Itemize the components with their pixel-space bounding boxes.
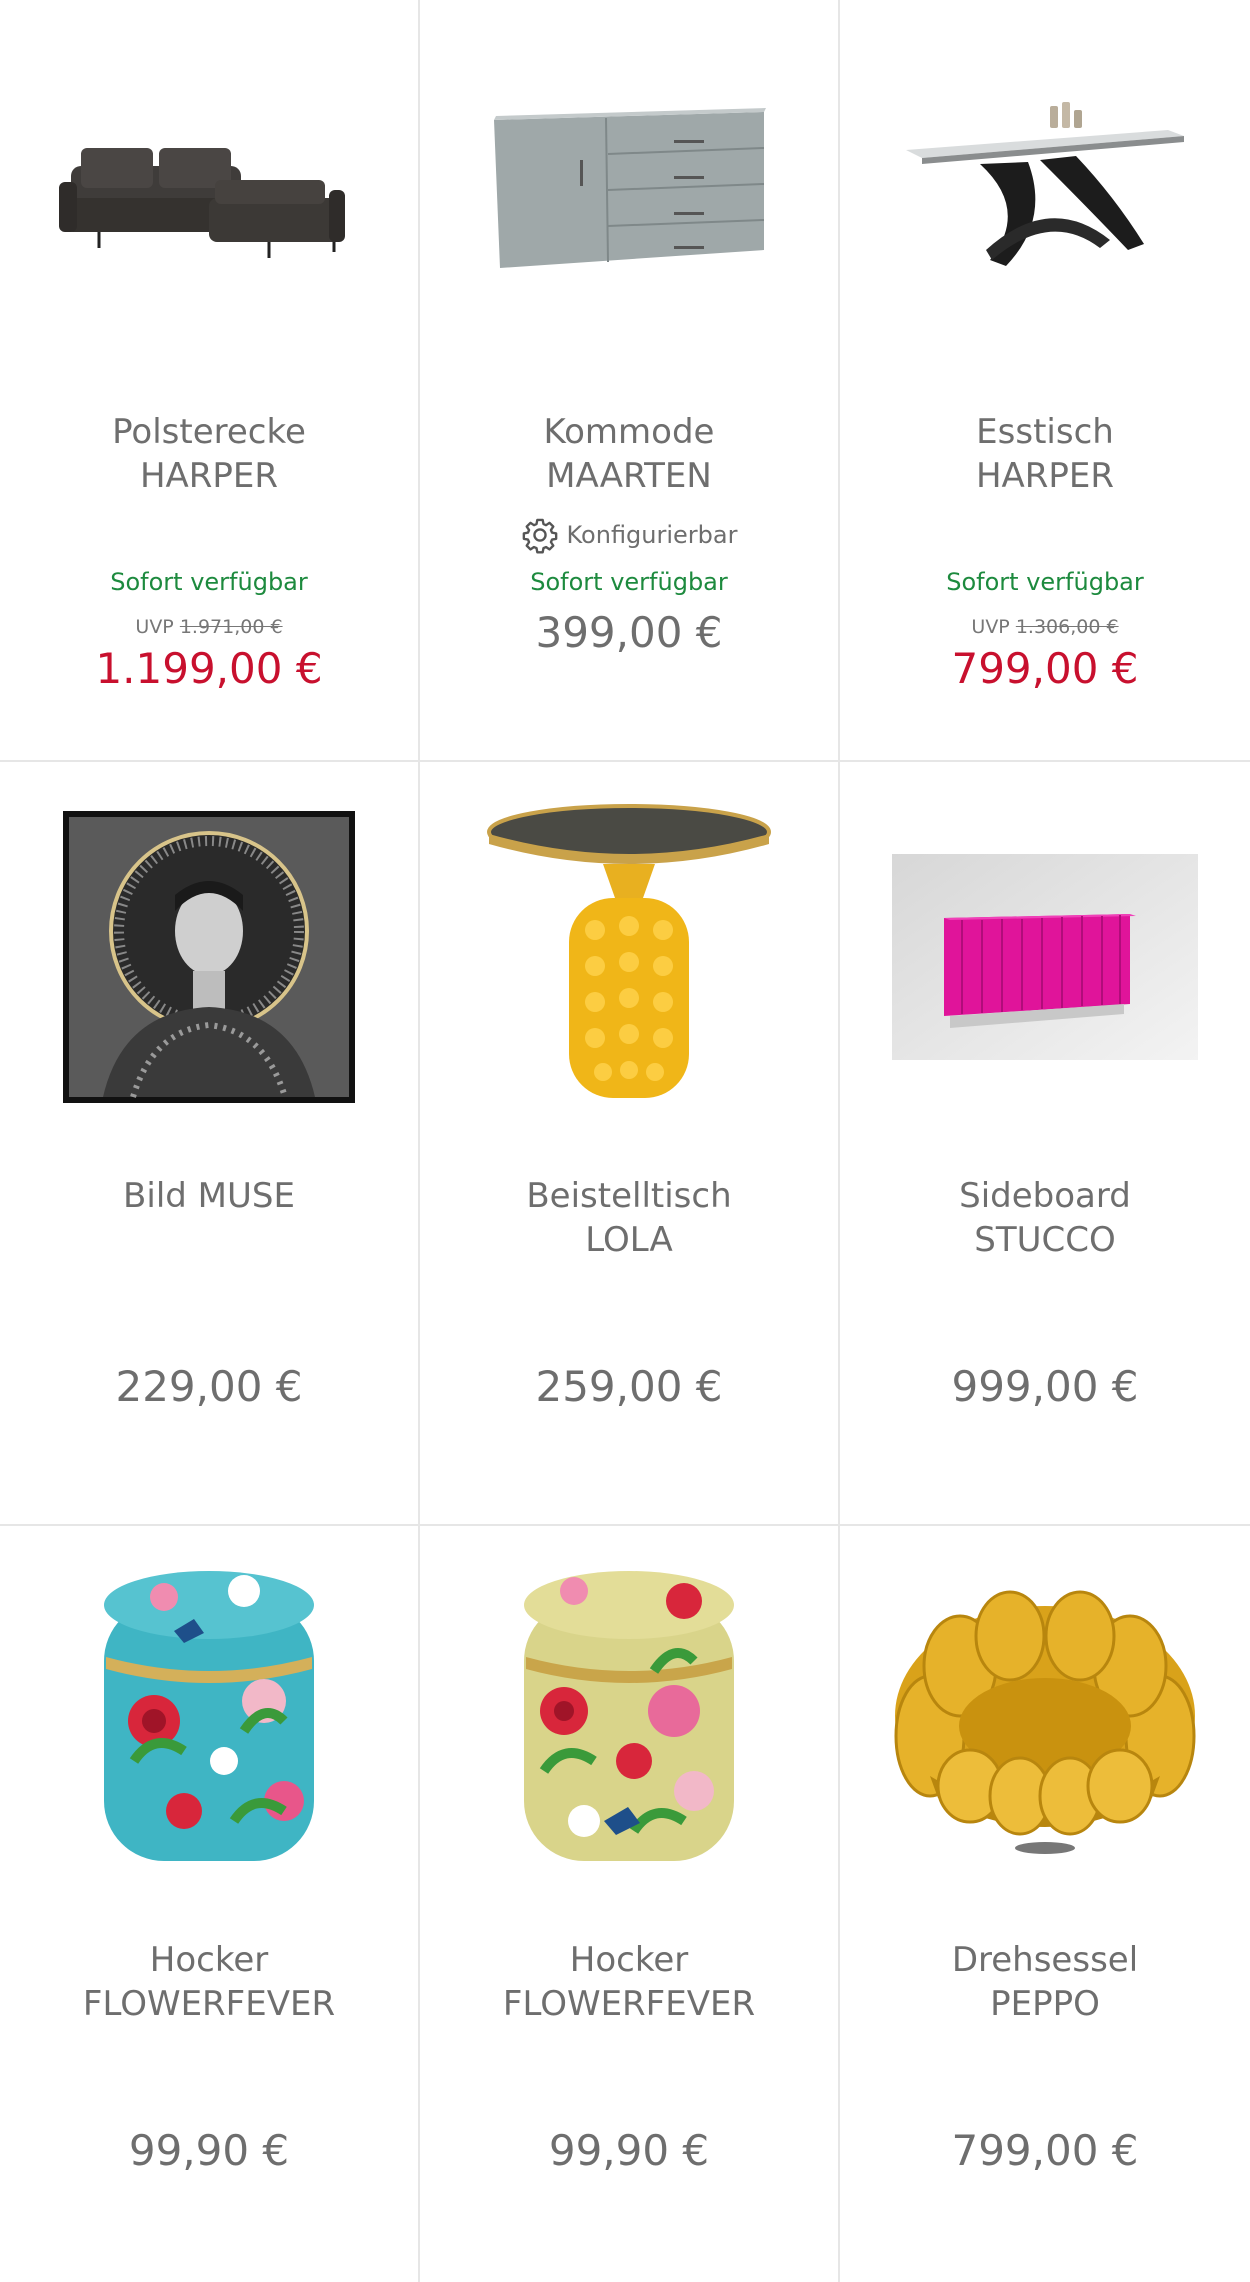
- product-title-line-1: Sideboard: [959, 1176, 1131, 1216]
- availability-label: Sofort verfügbar: [946, 568, 1144, 596]
- product-image[interactable]: [420, 1526, 838, 1916]
- product-title[interactable]: Bild MUSE: [0, 1174, 418, 1218]
- product-title[interactable]: Hocker FLOWERFEVER: [0, 1938, 418, 2026]
- product-title-line-2: PEPPO: [990, 1984, 1100, 2024]
- product-card[interactable]: Hocker FLOWERFEVER 99,90 €: [420, 1526, 838, 2282]
- product-card[interactable]: Hocker FLOWERFEVER 99,90 €: [0, 1526, 418, 2282]
- configurable-label: Konfigurierbar: [566, 521, 738, 549]
- product-price: 99,90 €: [548, 2126, 710, 2175]
- product-card[interactable]: Bild MUSE 229,00 €: [0, 762, 418, 1524]
- stool-yellow-image: [524, 1571, 734, 1861]
- product-title[interactable]: Beistelltisch LOLA: [420, 1174, 838, 1262]
- configurable-badge: Konfigurierbar: [420, 516, 838, 554]
- product-title-line-1: Polsterecke: [112, 412, 306, 452]
- product-title-line-2: MAARTEN: [546, 456, 712, 496]
- product-title-line-1: Kommode: [543, 412, 715, 452]
- dining-table-image: [906, 102, 1184, 266]
- product-image[interactable]: [0, 762, 418, 1152]
- armchair-image: [894, 1590, 1196, 1854]
- product-price: 229,00 €: [115, 1362, 303, 1411]
- product-title-line-2: LOLA: [585, 1220, 673, 1260]
- product-image[interactable]: [840, 1526, 1250, 1916]
- sideboard-image: [892, 854, 1198, 1060]
- product-image[interactable]: [840, 0, 1250, 390]
- gear-icon: [522, 518, 557, 554]
- uvp-label: UVP: [135, 616, 174, 638]
- uvp-value: 1.971,00 €: [179, 616, 283, 638]
- product-card[interactable]: Sideboard STUCCO 999,00 €: [840, 762, 1250, 1524]
- product-price: 399,00 €: [535, 608, 723, 657]
- product-image[interactable]: [420, 0, 838, 390]
- side-table-image: [487, 804, 771, 1098]
- product-title[interactable]: Drehsessel PEPPO: [840, 1938, 1250, 2026]
- availability-label: Sofort verfügbar: [110, 568, 308, 596]
- product-title-line-1: Drehsessel: [951, 1940, 1139, 1980]
- sale-price: 799,00 €: [951, 644, 1139, 693]
- product-title[interactable]: Kommode MAARTEN: [420, 410, 838, 498]
- product-card[interactable]: Polsterecke HARPER Sofort verfügbar UVP …: [0, 0, 418, 760]
- product-price: 259,00 €: [535, 1362, 723, 1411]
- product-title-line-2: STUCCO: [974, 1220, 1116, 1260]
- availability-label: Sofort verfügbar: [530, 568, 728, 596]
- sofa-image: [59, 148, 345, 258]
- product-title[interactable]: Esstisch HARPER: [840, 410, 1250, 498]
- uvp-price: UVP 1.971,00 €: [0, 616, 418, 638]
- product-title[interactable]: Polsterecke HARPER: [0, 410, 418, 498]
- product-price: 999,00 €: [951, 1362, 1139, 1411]
- product-title-line-1: Bild MUSE: [123, 1176, 295, 1216]
- product-title-line-1: Hocker: [569, 1940, 689, 1980]
- uvp-value: 1.306,00 €: [1015, 616, 1119, 638]
- product-title-line-2: FLOWERFEVER: [502, 1984, 756, 2024]
- product-title-line-2: FLOWERFEVER: [82, 1984, 336, 2024]
- product-image[interactable]: [0, 0, 418, 390]
- product-title[interactable]: Hocker FLOWERFEVER: [420, 1938, 838, 2026]
- muse-picture-image: [63, 811, 355, 1103]
- product-title-line-2: HARPER: [975, 456, 1115, 496]
- product-card[interactable]: Kommode MAARTEN Konfigurierbar Sofort ve…: [420, 0, 838, 760]
- stool-blue-image: [104, 1571, 314, 1861]
- product-title-line-2: HARPER: [139, 456, 279, 496]
- uvp-label: UVP: [971, 616, 1010, 638]
- product-card[interactable]: Drehsessel PEPPO 799,00 €: [840, 1526, 1250, 2282]
- product-image[interactable]: [840, 762, 1250, 1152]
- product-title-line-1: Hocker: [149, 1940, 269, 1980]
- product-title-line-1: Beistelltisch: [526, 1176, 732, 1216]
- dresser-image: [494, 108, 766, 268]
- product-card[interactable]: Beistelltisch LOLA 259,00 €: [420, 762, 838, 1524]
- uvp-price: UVP 1.306,00 €: [840, 616, 1250, 638]
- product-title-line-1: Esstisch: [976, 412, 1114, 452]
- product-price: 99,90 €: [128, 2126, 290, 2175]
- product-image[interactable]: [0, 1526, 418, 1916]
- product-card[interactable]: Esstisch HARPER Sofort verfügbar UVP 1.3…: [840, 0, 1250, 760]
- sale-price: 1.199,00 €: [95, 644, 323, 693]
- product-price: 799,00 €: [951, 2126, 1139, 2175]
- product-grid: Polsterecke HARPER Sofort verfügbar UVP …: [0, 0, 1250, 2282]
- product-title[interactable]: Sideboard STUCCO: [840, 1174, 1250, 1262]
- product-image[interactable]: [420, 762, 838, 1152]
